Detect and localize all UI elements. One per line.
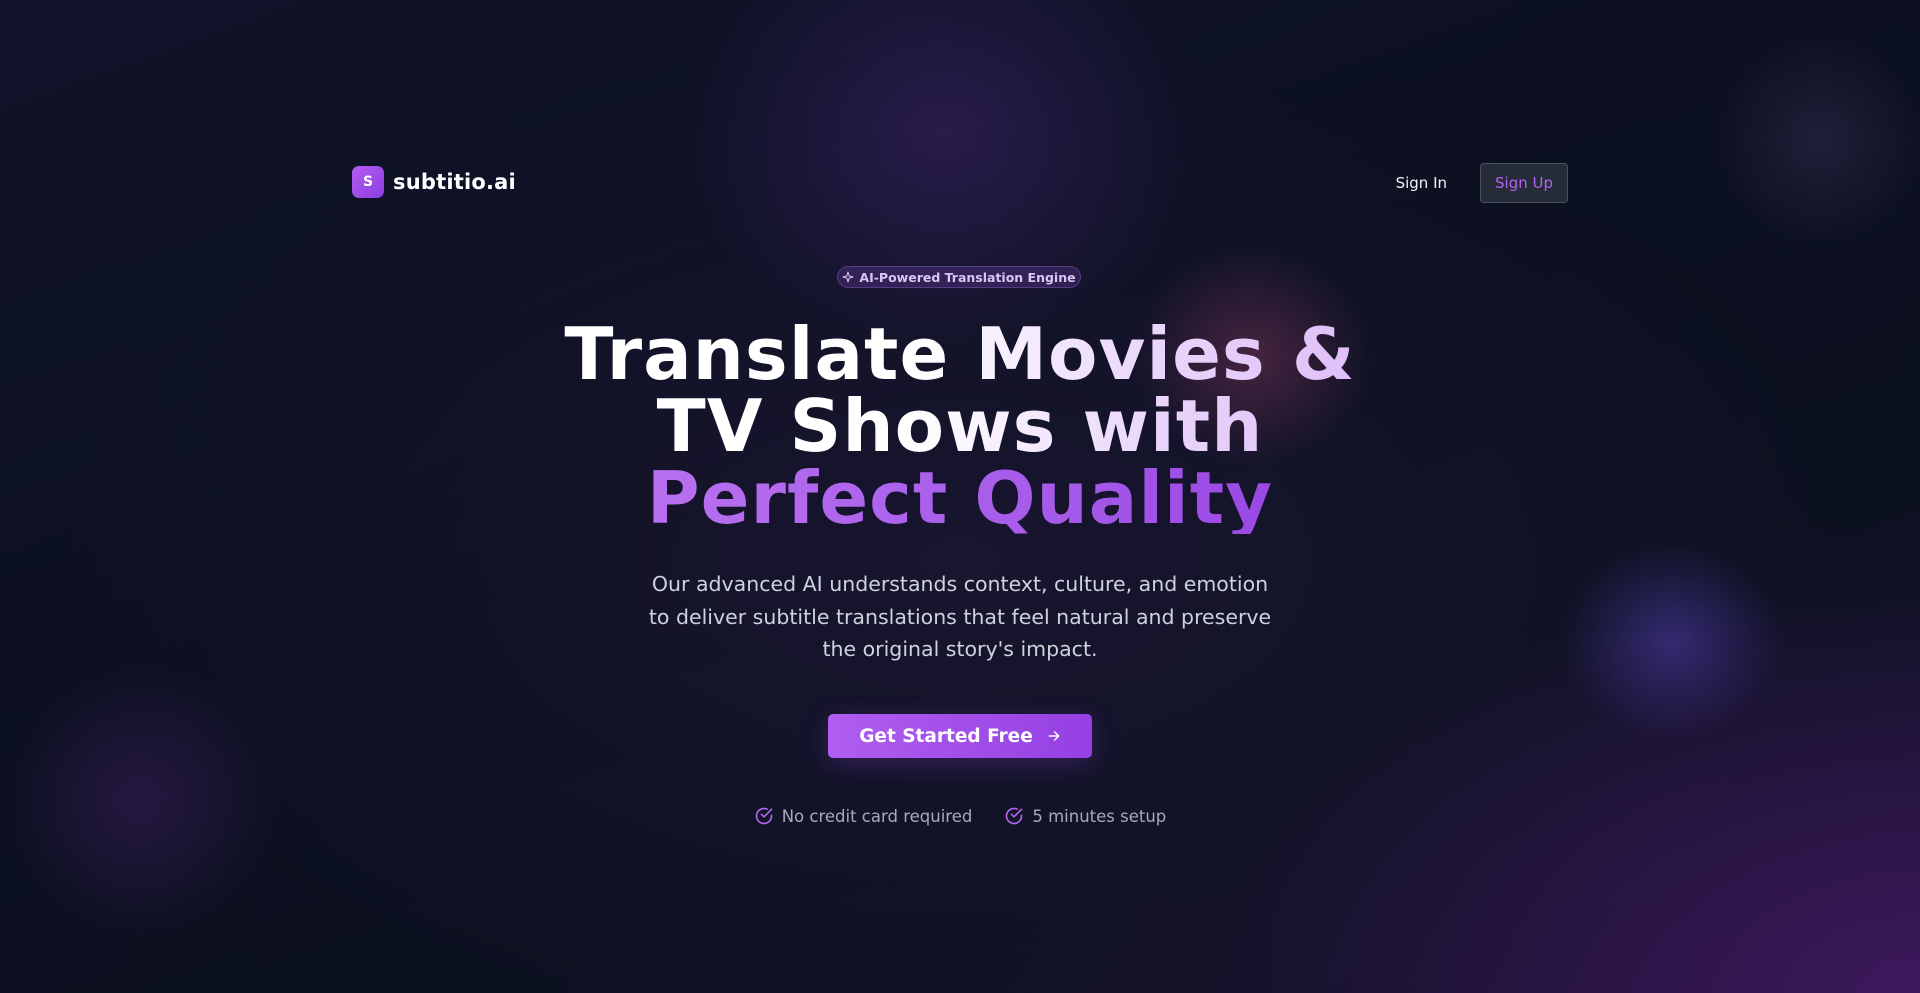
feature-item: 5 minutes setup (1004, 806, 1166, 826)
cta-label: Get Started Free (859, 725, 1033, 747)
brand-name: subtitio.ai (393, 170, 516, 194)
brand-logo[interactable]: S subtitio.ai (352, 166, 516, 198)
arrow-right-icon (1048, 731, 1060, 741)
check-circle-icon (755, 807, 773, 825)
hero-headline: Translate Movies & TV Shows with Perfect… (460, 318, 1460, 534)
hero-badge: AI-Powered Translation Engine (837, 266, 1081, 288)
landing-page: S subtitio.ai Sign In Sign Up AI-Powered… (0, 0, 1920, 993)
check-circle-icon (1006, 807, 1023, 825)
feature-label: No credit card required (781, 806, 973, 826)
site-header: S subtitio.ai Sign In Sign Up (352, 163, 1568, 203)
headline-line-2: TV Shows with (460, 390, 1460, 462)
sign-in-link[interactable]: Sign In (1396, 174, 1447, 192)
get-started-button[interactable]: Get Started Free (828, 714, 1092, 758)
hero-subtext: Our advanced AI understands context, cul… (648, 572, 1272, 661)
feature-list: No credit card required 5 minutes setup (0, 806, 1920, 826)
sparkle-icon (842, 271, 854, 283)
badge-text: AI-Powered Translation Engine (859, 269, 1076, 285)
logo-mark: S (352, 166, 384, 198)
sign-up-button[interactable]: Sign Up (1480, 163, 1568, 203)
nav-actions: Sign In Sign Up (1396, 163, 1568, 203)
feature-item: No credit card required (754, 806, 973, 826)
headline-line-3: Perfect Quality (460, 462, 1460, 534)
feature-label: 5 minutes setup (1032, 806, 1167, 826)
headline-line-1: Translate Movies & (460, 318, 1460, 390)
